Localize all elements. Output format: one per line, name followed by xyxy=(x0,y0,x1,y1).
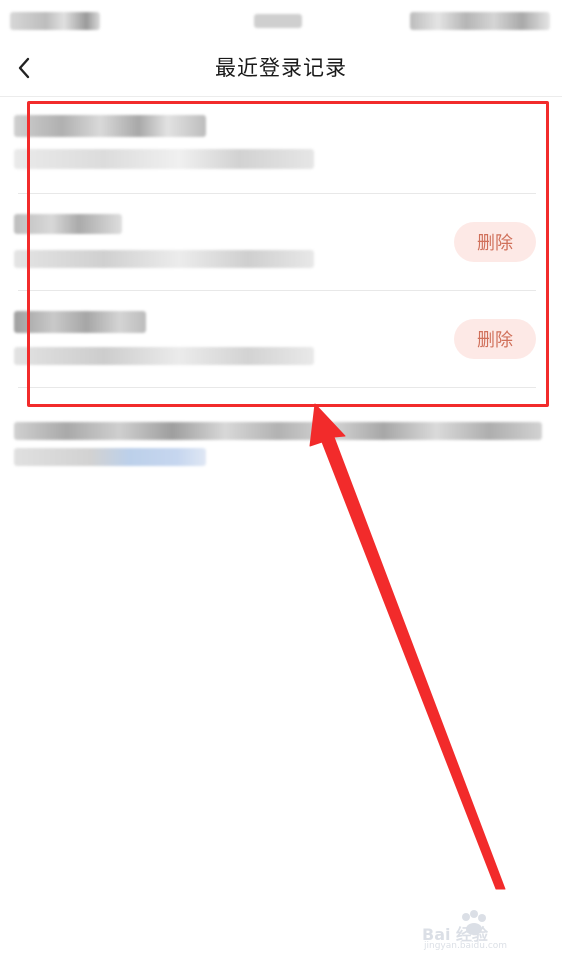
footer-note-redacted xyxy=(0,410,562,480)
device-name-redacted xyxy=(14,115,206,137)
login-record-row xyxy=(0,97,562,194)
login-record-list: 删除 删除 xyxy=(0,97,562,388)
login-record-row: 删除 xyxy=(0,194,562,291)
row-divider xyxy=(18,387,536,388)
watermark-brand: Bai 经验 xyxy=(422,925,489,944)
page-title: 最近登录记录 xyxy=(215,56,347,80)
login-record-row: 删除 xyxy=(0,291,562,388)
login-time-redacted xyxy=(14,149,314,169)
status-time-redacted xyxy=(10,12,100,30)
delete-button[interactable]: 删除 xyxy=(454,319,536,359)
delete-button[interactable]: 删除 xyxy=(454,222,536,262)
login-time-redacted xyxy=(14,250,314,268)
device-name-redacted xyxy=(14,311,146,333)
device-name-redacted xyxy=(14,214,122,234)
paw-icon xyxy=(462,910,486,935)
login-time-redacted xyxy=(14,347,314,365)
note-line-redacted xyxy=(14,448,206,466)
baidu-jingyan-watermark: Bai 经验 jingyan.baidu.com xyxy=(422,909,532,951)
watermark-domain: jingyan.baidu.com xyxy=(424,941,508,951)
status-center-redacted xyxy=(254,14,302,28)
status-icons-redacted xyxy=(410,12,550,30)
note-line-redacted xyxy=(14,422,542,440)
status-bar xyxy=(0,0,562,40)
nav-bar: 最近登录记录 xyxy=(0,40,562,97)
